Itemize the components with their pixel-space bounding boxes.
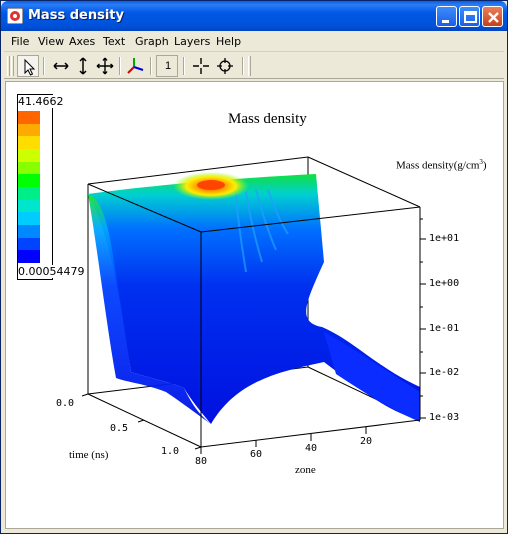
surface-plot: [81, 156, 426, 454]
close-icon: [488, 12, 499, 23]
density-peak-core: [197, 180, 225, 190]
toolbar-separator: [43, 57, 45, 75]
toolbar-grip[interactable]: [7, 56, 10, 76]
density-tail: [324, 332, 420, 422]
plot-canvas[interactable]: 41.4662 0.00054479 Mass density Mass den…: [5, 81, 504, 529]
z-axis-ticks: [420, 218, 426, 419]
z-axis-title: Mass density(g/cm3): [396, 158, 487, 172]
z-tick-label: 1e+01: [429, 233, 460, 244]
toolbar-separator: [150, 57, 152, 75]
toolbar-separator: [119, 57, 121, 75]
toolbar-grip[interactable]: [248, 56, 251, 76]
layer-one-label: 1: [164, 60, 172, 72]
menu-graph[interactable]: Graph: [135, 35, 169, 48]
window-title: Mass density: [28, 8, 124, 23]
zone-tick-label: 80: [195, 456, 208, 467]
z-axis-title-close: ): [482, 159, 487, 172]
pointer-tool-button[interactable]: [17, 55, 39, 77]
toolbar: 1: [4, 53, 504, 79]
toolbar-grip[interactable]: [11, 56, 14, 76]
menu-layers[interactable]: Layers: [174, 35, 210, 48]
minimize-button[interactable]: [436, 6, 457, 27]
pan-horizontal-button[interactable]: [50, 55, 72, 77]
zone-tick-label: 60: [250, 449, 263, 460]
pan-free-button[interactable]: [94, 55, 116, 77]
pan-vertical-button[interactable]: [72, 55, 94, 77]
z-tick-label: 1e-01: [429, 323, 460, 334]
z-axis-title-text: Mass density(g/cm: [396, 159, 480, 172]
menu-file[interactable]: File: [11, 35, 29, 48]
zone-tick-label: 20: [360, 436, 373, 447]
axes-3d-icon: [127, 58, 144, 74]
crosshair-button[interactable]: [190, 55, 212, 77]
zone-tick-label: 40: [305, 443, 318, 454]
four-way-arrows-icon: [96, 57, 114, 75]
maximize-button[interactable]: [459, 6, 480, 27]
time-tick-label: 0.5: [110, 423, 129, 434]
z-tick-label: 1e-02: [429, 367, 460, 378]
app-icon: [7, 8, 23, 24]
menu-help[interactable]: Help: [216, 35, 241, 48]
zone-axis-title: zone: [295, 464, 316, 476]
pointer-icon: [24, 58, 36, 76]
menu-text[interactable]: Text: [103, 35, 125, 48]
minimize-icon: [442, 20, 449, 23]
time-tick-label: 1.0: [161, 446, 180, 457]
z-tick-label: 1e+00: [429, 278, 460, 289]
layer-one-button[interactable]: 1: [156, 55, 178, 77]
maximize-icon: [464, 11, 477, 23]
app-window: Mass density File View Axes Text Graph L…: [0, 0, 508, 534]
z-tick-label: 1e-03: [429, 412, 460, 423]
time-tick-label: 0.0: [56, 398, 75, 409]
time-axis-title: time (ns): [69, 449, 109, 461]
close-button[interactable]: [482, 6, 503, 27]
toolbar-separator: [183, 57, 185, 75]
crosshair-icon: [193, 58, 209, 74]
title-bar[interactable]: Mass density: [1, 1, 507, 31]
menu-bar: File View Axes Text Graph Layers Help: [4, 31, 504, 52]
menu-view[interactable]: View: [38, 35, 64, 48]
toolbar-separator: [242, 57, 244, 75]
target-button[interactable]: [214, 55, 236, 77]
target-icon: [217, 58, 233, 74]
zone-axis-ticks: [200, 427, 367, 454]
window-bottom-border: [4, 529, 504, 533]
menu-axes[interactable]: Axes: [69, 35, 95, 48]
horizontal-arrows-icon: [53, 62, 69, 70]
vertical-arrows-icon: [79, 57, 87, 75]
rotate-axes-button[interactable]: [124, 55, 146, 77]
